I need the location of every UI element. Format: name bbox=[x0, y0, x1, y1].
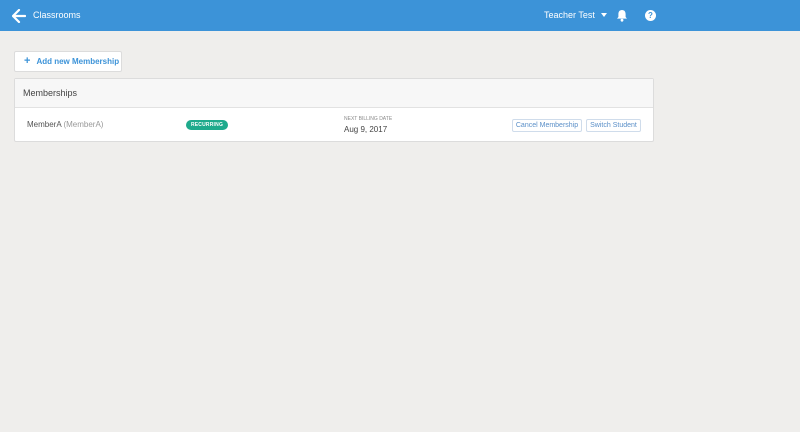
membership-row: MemberA (MemberA) RECURRING NEXT BILLING… bbox=[15, 108, 653, 142]
back-arrow-icon[interactable] bbox=[12, 9, 26, 23]
add-membership-label: Add new Membership bbox=[36, 57, 120, 66]
member-username: (MemberA) bbox=[63, 120, 104, 129]
cancel-membership-button[interactable]: Cancel Membership bbox=[512, 119, 582, 132]
help-icon[interactable]: ? bbox=[645, 10, 656, 21]
next-billing-label: NEXT BILLING DATE bbox=[344, 116, 393, 122]
member-name-cell: MemberA (MemberA) bbox=[27, 120, 103, 129]
user-menu-dropdown[interactable]: Teacher Test bbox=[544, 8, 607, 22]
switch-student-button[interactable]: Switch Student bbox=[586, 119, 641, 132]
memberships-header: Memberships bbox=[15, 79, 653, 108]
add-new-membership-button[interactable]: + Add new Membership bbox=[14, 51, 122, 72]
plus-icon: + bbox=[24, 55, 31, 67]
bell-icon[interactable] bbox=[616, 9, 628, 22]
next-billing-date: Aug 9, 2017 bbox=[344, 125, 388, 134]
member-name: MemberA bbox=[27, 120, 62, 129]
memberships-panel: Memberships MemberA (MemberA) RECURRING … bbox=[14, 78, 654, 142]
top-navigation-bar: Classrooms Teacher Test ? bbox=[0, 0, 800, 31]
page-title: Classrooms bbox=[33, 10, 81, 20]
status-badge: RECURRING bbox=[186, 120, 228, 130]
user-name: Teacher Test bbox=[544, 10, 595, 20]
caret-down-icon bbox=[600, 13, 607, 17]
